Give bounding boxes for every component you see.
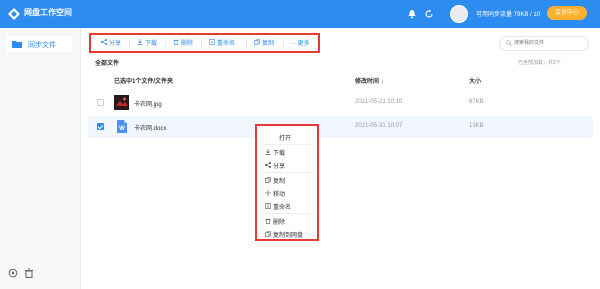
rename-button[interactable]: 重命名 bbox=[209, 38, 235, 50]
download-button[interactable]: 下载 bbox=[137, 38, 157, 50]
menu-item-download[interactable]: 下载 bbox=[261, 146, 315, 158]
divider bbox=[263, 213, 313, 214]
download-icon bbox=[265, 149, 271, 155]
delete-button[interactable]: 删除 bbox=[173, 38, 193, 50]
rename-icon bbox=[265, 203, 271, 209]
download-label: 下载 bbox=[145, 41, 158, 47]
trash-icon[interactable] bbox=[24, 268, 34, 278]
copy-icon bbox=[254, 39, 260, 45]
rename-icon bbox=[209, 39, 215, 45]
menu-item-label: 重命名 bbox=[273, 205, 292, 211]
delete-icon bbox=[173, 39, 179, 45]
divider bbox=[201, 40, 202, 48]
row-checkbox[interactable] bbox=[97, 123, 104, 130]
word-doc-icon: W bbox=[117, 120, 127, 133]
column-header-modified[interactable]: 修改时间 ↓ bbox=[355, 76, 384, 85]
divider bbox=[283, 40, 284, 48]
folder-icon bbox=[12, 41, 22, 48]
sidebar-item-sync-files[interactable]: 同步文件 bbox=[6, 36, 72, 52]
menu-item-label: 复制到网盘 bbox=[273, 233, 304, 239]
move-icon bbox=[265, 190, 271, 196]
file-size: 13KB bbox=[469, 123, 484, 129]
image-thumbnail-icon bbox=[114, 95, 129, 110]
copy-to-cloud-icon bbox=[265, 231, 271, 237]
divider bbox=[263, 172, 313, 173]
menu-item-label: 复制 bbox=[273, 179, 286, 185]
file-name[interactable]: 卡农网.docx bbox=[134, 123, 166, 132]
row-checkbox[interactable] bbox=[97, 99, 104, 106]
share-icon bbox=[101, 39, 107, 45]
column-header-name: 已选中1个文件/文件夹 bbox=[114, 79, 174, 85]
menu-item-label: 下载 bbox=[273, 151, 286, 157]
menu-item-delete[interactable]: 删除 bbox=[261, 215, 315, 227]
share-button[interactable]: 分享 bbox=[101, 38, 121, 50]
divider bbox=[129, 40, 130, 48]
search-icon bbox=[506, 40, 512, 46]
more-label: 更多 bbox=[297, 41, 310, 47]
file-toolbar: 分享 下载 删除 重命名 复制 ··· 更多 bbox=[89, 33, 320, 53]
share-icon bbox=[265, 162, 271, 168]
menu-item-label: 分享 bbox=[273, 164, 286, 170]
breadcrumb[interactable]: 全部文件 bbox=[95, 58, 119, 67]
file-date: 2021-05-21 10:10 bbox=[355, 99, 403, 105]
search-box[interactable] bbox=[499, 36, 589, 51]
menu-item-move[interactable]: 移动 bbox=[261, 187, 315, 199]
menu-item-label: 打开 bbox=[279, 136, 292, 142]
menu-item-label: 删除 bbox=[273, 220, 286, 226]
top-bar: 网盘工作空间 可用同步流量 79KB / 10 会员中心 bbox=[0, 0, 600, 28]
menu-item-rename[interactable]: 重命名 bbox=[261, 200, 315, 212]
menu-item-copy-to-cloud[interactable]: 复制到网盘 bbox=[261, 228, 315, 240]
menu-item-open[interactable]: 打开 bbox=[261, 131, 315, 143]
rename-label: 重命名 bbox=[217, 41, 236, 47]
sort-down-icon: ↓ bbox=[380, 79, 384, 85]
menu-item-copy[interactable]: 复制 bbox=[261, 174, 315, 186]
copy-label: 复制 bbox=[262, 41, 275, 47]
divider bbox=[165, 40, 166, 48]
file-date: 2021-05-31 10:07 bbox=[355, 123, 403, 129]
file-name[interactable]: 卡农网.jpg bbox=[134, 99, 162, 108]
more-button[interactable]: ··· 更多 bbox=[290, 38, 310, 50]
column-header-size: 大小 bbox=[469, 79, 482, 85]
sidebar: 同步文件 bbox=[0, 28, 81, 289]
divider bbox=[263, 144, 313, 145]
notification-bell-icon[interactable] bbox=[407, 9, 417, 19]
member-center-button[interactable]: 会员中心 bbox=[547, 6, 587, 20]
menu-item-share[interactable]: 分享 bbox=[261, 159, 315, 171]
share-label: 分享 bbox=[109, 41, 122, 47]
sync-quota-text: 可用同步流量 79KB / 10 bbox=[476, 12, 541, 18]
search-input[interactable] bbox=[514, 38, 584, 48]
sync-icon[interactable] bbox=[424, 9, 434, 19]
column-header-modified-label: 修改时间 bbox=[355, 79, 380, 85]
user-avatar[interactable] bbox=[450, 5, 468, 23]
divider bbox=[246, 40, 247, 48]
settings-icon[interactable] bbox=[8, 268, 18, 278]
loaded-count: 已全部加载，共2个 bbox=[518, 60, 561, 66]
copy-button[interactable]: 复制 bbox=[254, 38, 274, 50]
download-icon bbox=[137, 39, 143, 45]
context-menu: 打开 下载 分享 复制 移动 重命名 删除 复制到网盘 bbox=[255, 124, 319, 241]
copy-icon bbox=[265, 177, 271, 183]
svg-text:W: W bbox=[119, 126, 125, 132]
app-title: 网盘工作空间 bbox=[24, 8, 72, 17]
delete-label: 删除 bbox=[181, 41, 194, 47]
app-logo-icon bbox=[8, 8, 20, 20]
table-row[interactable]: 卡农网.jpg 2021-05-21 10:10 67KB bbox=[88, 92, 593, 114]
menu-item-label: 移动 bbox=[273, 192, 286, 198]
sidebar-item-label: 同步文件 bbox=[28, 42, 56, 49]
file-size: 67KB bbox=[469, 99, 484, 105]
more-icon: ··· bbox=[290, 41, 296, 47]
delete-icon bbox=[265, 218, 271, 224]
main-panel: 分享 下载 删除 重命名 复制 ··· 更多 全部文件 已全部加载，共2个 已选… bbox=[81, 28, 600, 289]
table-row[interactable]: W 卡农网.docx 2021-05-31 10:07 13KB bbox=[88, 116, 593, 138]
